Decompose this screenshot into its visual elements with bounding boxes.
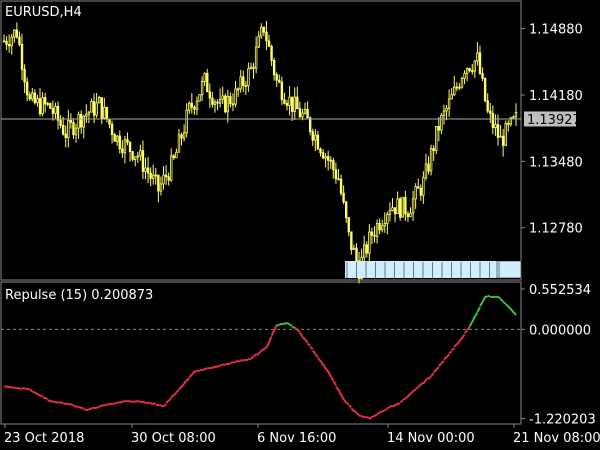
repulse-segment bbox=[381, 409, 386, 413]
repulse-segment bbox=[224, 362, 229, 366]
repulse-segment bbox=[31, 390, 36, 394]
chart-window[interactable]: EURUSD,H4 1.14880 1.14180 1.13480 1.12780 1… bbox=[0, 0, 600, 450]
indicator-title: Repulse (15) 0.200873 bbox=[5, 288, 153, 303]
repulse-segment bbox=[26, 387, 31, 391]
repulse-segment bbox=[11, 386, 15, 389]
repulse-segment bbox=[67, 402, 72, 406]
repulse-segment bbox=[415, 386, 419, 390]
repulse-segment bbox=[193, 369, 198, 373]
repulse-segment bbox=[150, 402, 154, 405]
indicator-panel[interactable] bbox=[0, 281, 522, 425]
repulse-segment bbox=[52, 400, 56, 404]
repulse-segment bbox=[129, 400, 133, 403]
svg-text:1.13927: 1.13927 bbox=[527, 113, 581, 128]
repulse-segment bbox=[44, 396, 49, 400]
repulse-segment bbox=[284, 321, 288, 325]
indicator-tick-label: -1.220203 bbox=[529, 413, 596, 428]
time-axis-label: 14 Nov 00:00 bbox=[387, 431, 475, 446]
repulse-segment bbox=[397, 402, 401, 406]
repulse-segment bbox=[502, 301, 507, 305]
repulse-segment bbox=[230, 361, 234, 364]
candle bbox=[504, 120, 507, 147]
repulse-segment bbox=[366, 416, 370, 419]
repulse-segment bbox=[6, 385, 10, 389]
repulse-segment bbox=[487, 294, 491, 298]
repulse-segment bbox=[29, 388, 33, 393]
repulse-segment bbox=[127, 399, 131, 403]
candle bbox=[399, 196, 402, 221]
repulse-segment bbox=[278, 322, 283, 326]
repulse-segment bbox=[13, 386, 18, 390]
price-axis: 1.14880 1.14180 1.13480 1.12780 bbox=[521, 23, 583, 237]
repulse-segment bbox=[379, 410, 383, 414]
repulse-segment bbox=[85, 408, 90, 412]
time-axis-label: 21 Nov 08:00 bbox=[513, 431, 600, 446]
repulse-segment bbox=[55, 401, 59, 404]
repulse-segment bbox=[286, 322, 291, 326]
time-axis-label: 30 Oct 08:00 bbox=[131, 431, 216, 446]
candle bbox=[49, 102, 52, 109]
repulse-segment bbox=[219, 363, 224, 367]
time-axis-label: 6 Nov 16:00 bbox=[257, 431, 336, 446]
repulse-segment bbox=[204, 367, 208, 371]
repulse-segment bbox=[497, 296, 502, 300]
time-axis: 23 Oct 2018 30 Oct 08:00 6 Nov 16:00 14 Nov… bbox=[4, 424, 600, 446]
repulse-segment bbox=[119, 400, 123, 404]
repulse-segment bbox=[8, 385, 13, 389]
price-tick-label: 1.13480 bbox=[529, 155, 583, 170]
repulse-segment bbox=[255, 352, 260, 356]
candle bbox=[460, 76, 464, 89]
repulse-segment bbox=[101, 404, 105, 407]
repulse-segment bbox=[42, 395, 46, 400]
repulse-segment bbox=[222, 363, 226, 366]
repulse-segment bbox=[245, 358, 249, 362]
repulse-segment bbox=[384, 408, 388, 411]
repulse-segment bbox=[140, 400, 144, 404]
repulse-segment bbox=[250, 355, 255, 360]
repulse-segment bbox=[34, 391, 38, 395]
repulse-segment bbox=[363, 415, 368, 419]
repulse-segment bbox=[217, 364, 221, 368]
repulse-segment bbox=[152, 402, 157, 405]
time-marker-strip bbox=[345, 260, 522, 279]
main-panel[interactable] bbox=[0, 0, 522, 281]
indicator-tick-label: 0.552534 bbox=[529, 283, 591, 298]
repulse-segment bbox=[214, 365, 218, 369]
indicator-tick-label: 0.000000 bbox=[529, 323, 591, 338]
repulse-segment bbox=[65, 402, 69, 406]
candle bbox=[198, 94, 201, 102]
repulse-segment bbox=[371, 415, 375, 418]
repulse-segment bbox=[361, 415, 365, 419]
repulse-segment bbox=[96, 405, 100, 409]
indicator-axis: 0.552534 0.000000 -1.220203 bbox=[521, 283, 596, 428]
repulse-segment bbox=[196, 369, 200, 373]
repulse-segment bbox=[289, 323, 293, 327]
candle bbox=[429, 144, 433, 176]
current-price-box: 1.13927 bbox=[524, 111, 581, 128]
candle bbox=[435, 125, 438, 155]
price-tick-label: 1.14180 bbox=[529, 89, 583, 104]
repulse-segment bbox=[98, 404, 103, 408]
repulse-segment bbox=[237, 359, 242, 363]
repulse-segment bbox=[135, 400, 138, 403]
candle bbox=[483, 77, 487, 103]
repulse-segment bbox=[402, 397, 406, 401]
repulse-segment bbox=[399, 399, 404, 403]
repulse-segment bbox=[386, 406, 391, 410]
symbol-title: EURUSD,H4 bbox=[5, 5, 82, 20]
repulse-segment bbox=[345, 402, 350, 406]
repulse-segment bbox=[47, 399, 51, 403]
repulse-segment bbox=[242, 358, 247, 362]
price-tick-label: 1.14880 bbox=[529, 23, 583, 38]
time-axis-label: 23 Oct 2018 bbox=[4, 431, 84, 446]
candle bbox=[224, 93, 227, 114]
repulse-segment bbox=[70, 403, 74, 407]
repulse-segment bbox=[484, 295, 488, 298]
repulse-segment bbox=[142, 400, 146, 404]
repulse-segment bbox=[281, 322, 285, 326]
candle bbox=[401, 196, 404, 218]
price-tick-label: 1.12780 bbox=[529, 222, 583, 237]
repulse-segment bbox=[376, 411, 381, 416]
